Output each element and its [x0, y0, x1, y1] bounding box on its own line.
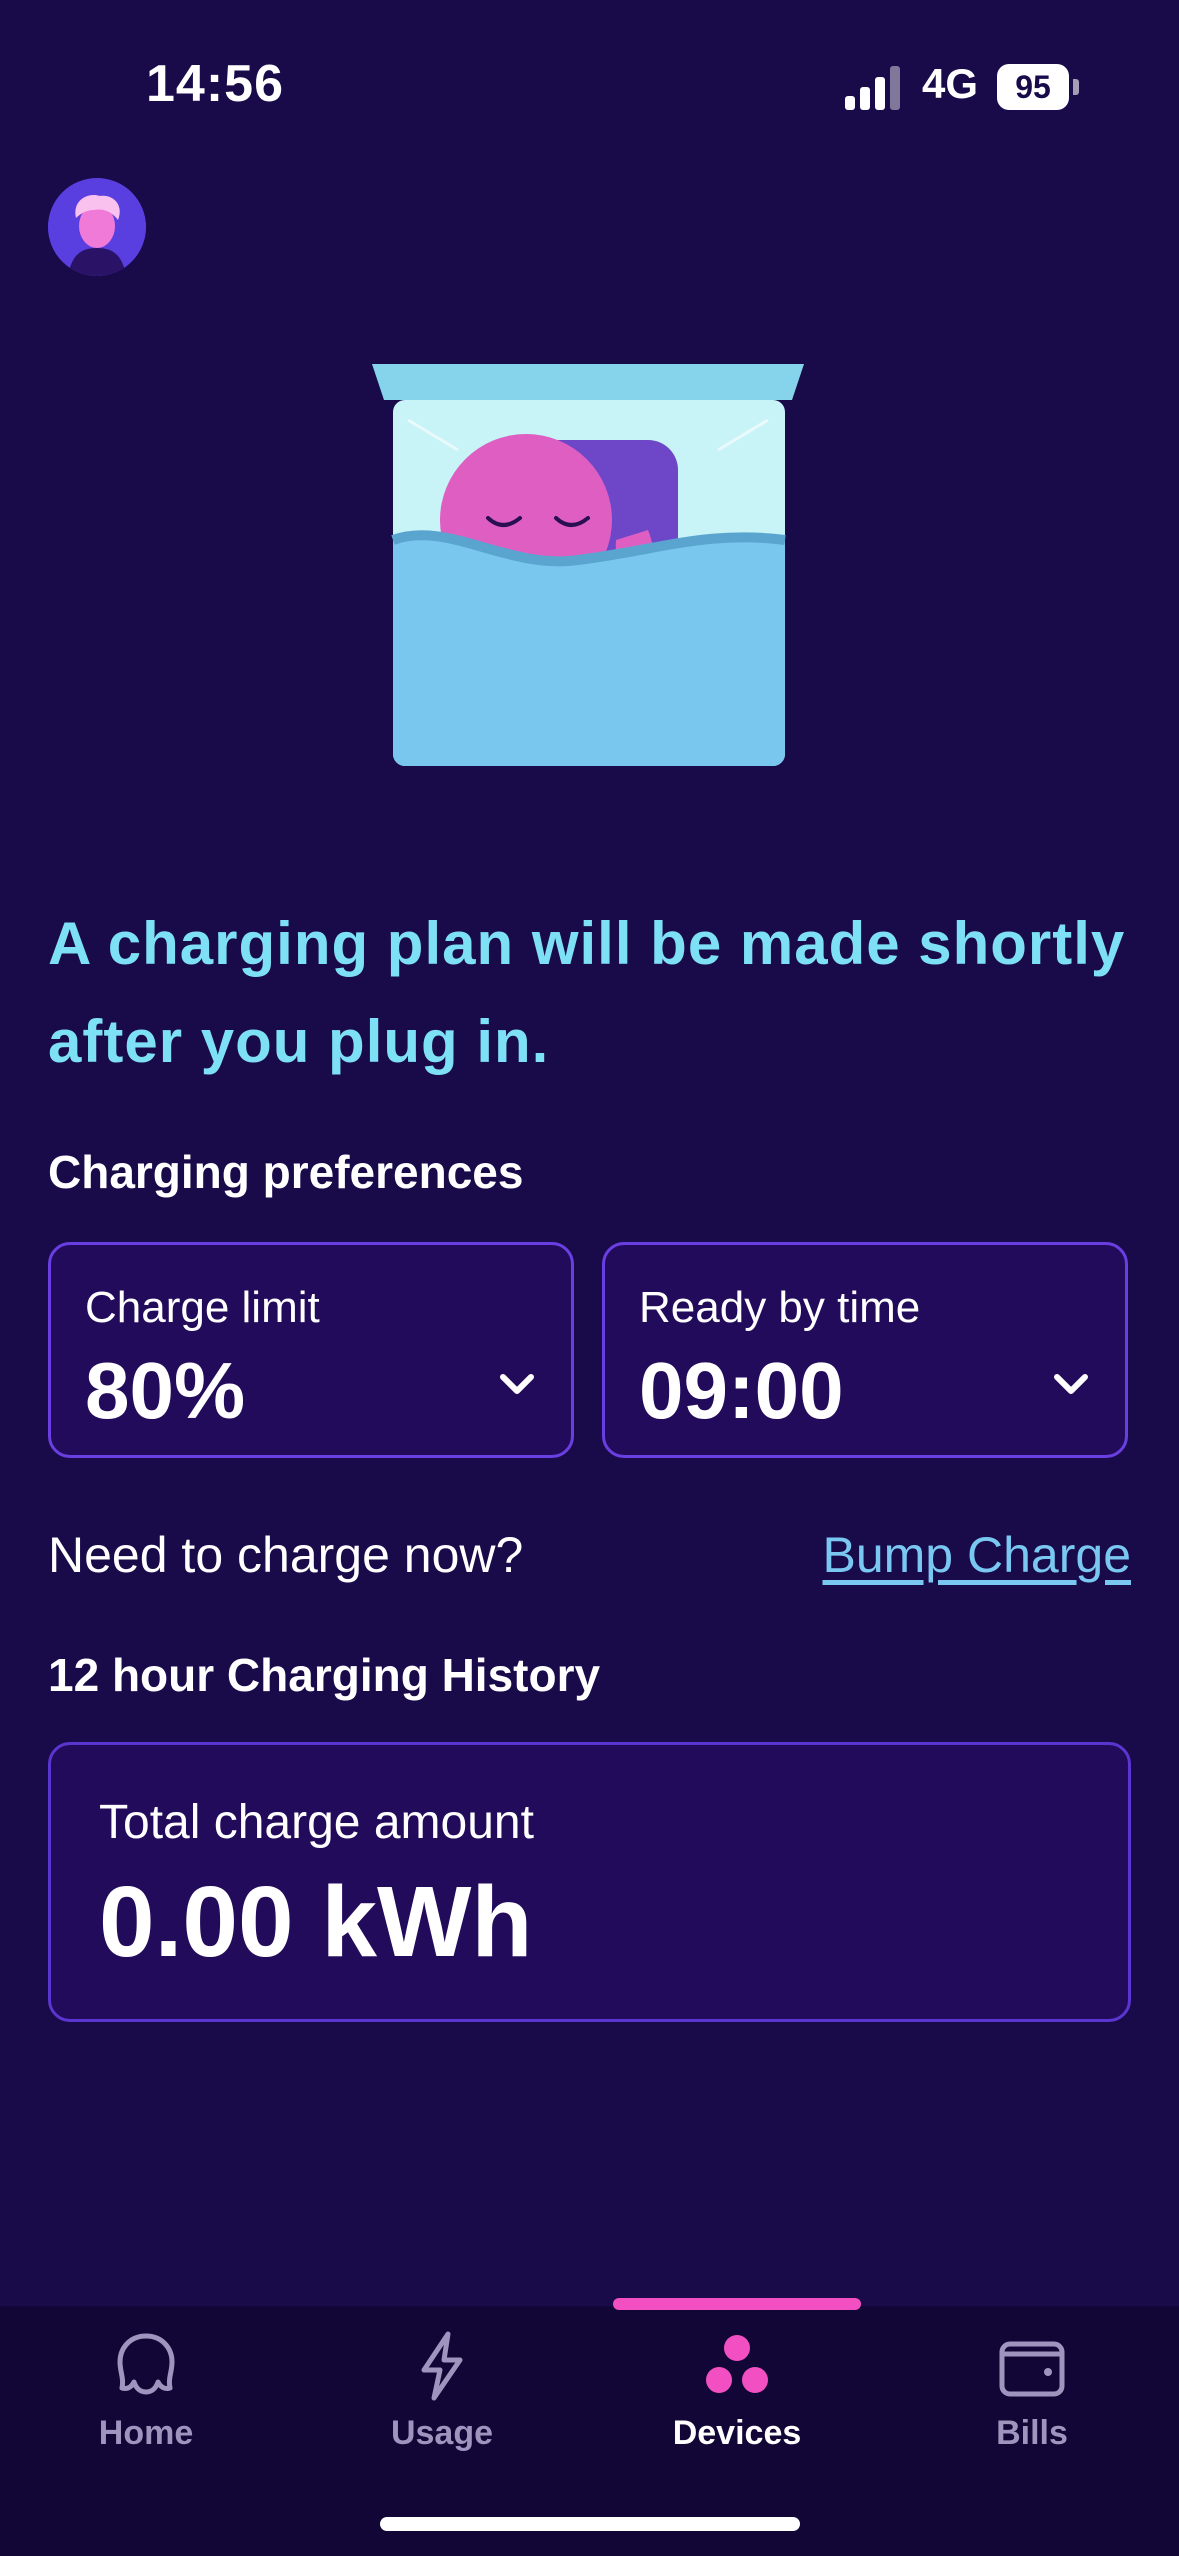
ready-by-time-label: Ready by time [639, 1283, 921, 1332]
tab-bills-label: Bills [996, 2414, 1068, 2452]
ready-by-time-value: 09:00 [639, 1346, 844, 1435]
wallet-icon [999, 2341, 1065, 2397]
charge-limit-dropdown[interactable]: Charge limit 80% [48, 1242, 574, 1458]
avatar-icon [48, 178, 146, 276]
tab-devices-label: Devices [672, 2414, 802, 2452]
home-indicator [380, 2517, 800, 2531]
status-bar: 14:56 4G 95 [0, 0, 1179, 170]
tab-home[interactable]: Home [46, 2316, 246, 2466]
devices-icon [706, 2335, 768, 2393]
chevron-down-icon [500, 1374, 534, 1394]
charging-plan-message: A charging plan will be made shortly aft… [48, 910, 1126, 1075]
avatar[interactable] [48, 178, 146, 276]
charge-limit-value: 80% [85, 1346, 246, 1435]
charging-preferences-title: Charging preferences [48, 1146, 524, 1198]
octopus-icon [117, 2333, 175, 2395]
chevron-down-icon [1054, 1374, 1088, 1394]
tab-devices[interactable]: Devices [637, 2316, 837, 2466]
tab-home-label: Home [98, 2414, 194, 2452]
battery-icon: 95 [997, 64, 1079, 110]
sleeping-octopus-illustration: zZZ [372, 364, 804, 766]
total-charge-card: Total charge amount 0.00 kWh [48, 1742, 1131, 2022]
ready-by-time-dropdown[interactable]: Ready by time 09:00 [602, 1242, 1128, 1458]
tab-usage-label: Usage [390, 2414, 494, 2452]
status-time: 14:56 [146, 55, 284, 113]
battery-level: 95 [997, 64, 1069, 110]
charge-now-row: Need to charge now? Bump Charge [48, 1520, 1131, 1590]
active-tab-indicator [613, 2298, 861, 2310]
tab-usage[interactable]: Usage [342, 2316, 542, 2466]
charge-limit-label: Charge limit [85, 1283, 320, 1332]
tab-bills[interactable]: Bills [932, 2316, 1132, 2466]
total-charge-value: 0.00 kWh [99, 1866, 533, 1978]
charging-history-title: 12 hour Charging History [48, 1649, 601, 1701]
network-label: 4G [922, 60, 979, 107]
total-charge-label: Total charge amount [99, 1796, 534, 1849]
lightning-icon [421, 2331, 463, 2401]
signal-icon [845, 66, 900, 110]
bump-charge-link[interactable]: Bump Charge [823, 1526, 1132, 1584]
charge-now-question: Need to charge now? [48, 1527, 524, 1583]
